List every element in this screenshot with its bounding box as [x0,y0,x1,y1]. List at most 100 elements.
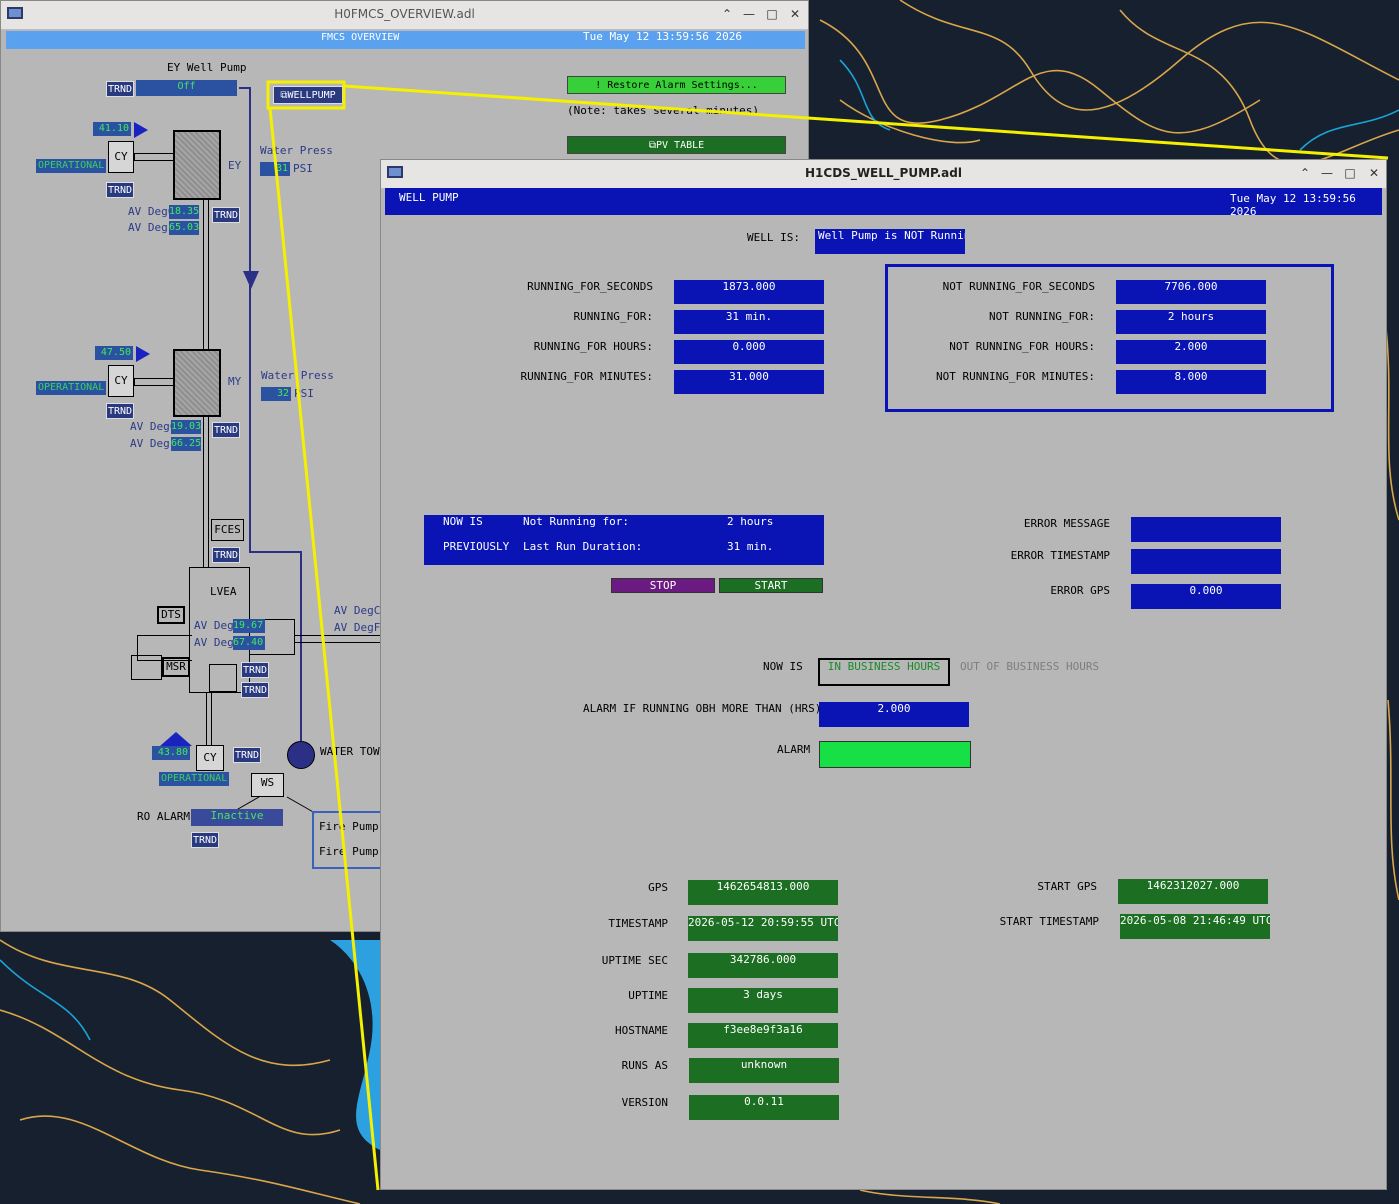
trnd-button[interactable]: TRND [106,182,134,198]
ey-water-press-value: 31 [260,162,290,176]
restore-alarm-settings-button[interactable]: ! Restore Alarm Settings... [567,76,786,94]
trnd-button[interactable]: TRND [212,422,240,438]
now-is-bh-label: NOW IS [763,660,803,673]
well-pump-datetime: Tue May 12 13:59:56 2026 [1230,192,1356,218]
trnd-button[interactable]: TRND [212,547,240,563]
window-link-icon: ⧉ [648,140,656,151]
not-running-value: 8.000 [1116,370,1266,394]
ey-status: OPERATIONAL [36,159,107,173]
my-degf-value: 66.25 [171,437,202,451]
error-gps-label: ERROR GPS [1050,584,1110,597]
error-timestamp-value [1131,549,1281,574]
ey-name: EY [228,159,242,172]
running-label: RUNNING_FOR MINUTES: [520,370,653,383]
right-degc-label: AV DegC [334,604,381,617]
not-running-value: 2 hours [1116,310,1266,334]
maximize-icon[interactable]: □ [1342,165,1358,181]
my-degc-label: AV DegC [130,420,177,433]
running-label: RUNNING_FOR_SECONDS [527,280,653,293]
not-running-value: 2.000 [1116,340,1266,364]
well-pump-titlebar[interactable]: H1CDS_WELL_PUMP.adl ⌃ — □ ✕ [381,160,1386,189]
now-value: 2 hours [727,515,774,528]
my-temp-value: 47.50 [95,346,133,360]
overview-titlebar[interactable]: H0FMCS_OVERVIEW.adl ⌃ — □ ✕ [1,1,808,30]
ro-alarm-value: Inactive [191,809,283,826]
alarm-obh-label: ALARM IF RUNNING OBH MORE THAN (HRS) [583,702,822,715]
psi-label: PSI [293,162,313,175]
info-value: 2026-05-12 20:59:55 UTC [688,916,838,941]
info-label: GPS [648,881,668,894]
trnd-button[interactable]: TRND [106,403,134,419]
maximize-icon[interactable]: □ [764,6,780,22]
flow-arrow-icon [243,271,259,289]
ey-degf-label: AV DegF [128,221,175,234]
ey-water-press-label: Water Press [260,144,333,157]
minimize-up-icon[interactable]: ⌃ [1297,165,1313,181]
trnd-button[interactable]: TRND [191,832,219,848]
ey-temp-value: 41.10 [93,122,131,136]
not-running-label: NOT RUNNING_FOR_SECONDS [942,280,1095,293]
wellpump-button-label: WELLPUMP [287,90,336,101]
alarm-obh-value[interactable]: 2.000 [819,702,969,727]
my-water-press-label: Water Press [261,369,334,382]
info-label: UPTIME SEC [601,954,668,967]
my-degf-label: AV DegF [130,437,177,450]
my-building [173,349,221,417]
info-label: HOSTNAME [615,1024,668,1037]
my-name: MY [228,375,242,388]
minimize-icon[interactable]: — [1319,165,1335,181]
not-running-label: NOT RUNNING_FOR: [989,310,1095,323]
fire-pump-1-label: Fire Pump [319,820,379,833]
ro-alarm-label: RO ALARM [137,810,190,823]
error-gps-value: 0.000 [1131,584,1281,609]
start-button[interactable]: START [719,578,823,593]
previously-label: PREVIOUSLY [443,540,510,553]
trnd-button[interactable]: TRND [241,662,269,678]
close-icon[interactable]: ✕ [787,6,803,22]
not-running-label: NOT RUNNING_FOR MINUTES: [936,370,1095,383]
lvea-degf-value: 67.40 [233,636,265,650]
error-message-value [1131,517,1281,542]
ey-cy-box: CY [108,141,134,173]
ws-box: WS [251,773,284,797]
start-timestamp-value: 2026-05-08 21:46:49 UTC [1120,914,1270,939]
trnd-button[interactable]: TRND [241,682,269,698]
lvea-degc-value: 19.67 [233,619,265,633]
minimize-up-icon[interactable]: ⌃ [719,6,735,22]
start-timestamp-label: START TIMESTAMP [999,915,1099,928]
info-label: VERSION [621,1096,668,1109]
error-message-label: ERROR MESSAGE [1023,517,1110,530]
ey-degc-label: AV DegC [128,205,175,218]
lvea-name: LVEA [210,585,237,598]
not-running-value: 7706.000 [1116,280,1266,304]
info-value: 1462654813.000 [688,880,838,905]
triangle-up-icon [160,732,192,746]
now-state: Not Running for: [523,515,629,528]
my-cy-box: CY [108,365,134,397]
ey-well-pump-status: Off [136,80,237,96]
alarm-label: ALARM [777,743,811,756]
cs-status: OPERATIONAL [159,772,230,786]
psi-label: PSI [294,387,314,400]
fces-box: FCES [211,519,244,541]
ey-degf-value: 65.03 [169,221,200,235]
pv-table-button[interactable]: ⧉PV TABLE [567,136,786,154]
info-value: 0.0.11 [689,1095,839,1120]
stop-button[interactable]: STOP [611,578,715,593]
dts-box: DTS [157,606,185,624]
info-value: f3ee8e9f3a16 [688,1023,838,1048]
error-timestamp-label: ERROR TIMESTAMP [1010,549,1110,562]
trnd-button[interactable]: TRND [233,747,261,763]
wellpump-button[interactable]: ⧉WELLPUMP [273,86,343,104]
cs-temp-value: 43.80 [152,746,190,760]
ey-well-pump-label: EY Well Pump [167,61,247,74]
info-value: 3 days [688,988,838,1013]
close-icon[interactable]: ✕ [1366,165,1382,181]
start-gps-value: 1462312027.000 [1118,879,1268,904]
overview-header-title: FMCS OVERVIEW [321,32,400,43]
minimize-icon[interactable]: — [741,6,757,22]
my-degc-value: 19.03 [171,420,202,434]
trnd-button[interactable]: TRND [106,81,134,97]
well-pump-header-title: WELL PUMP [399,191,459,204]
trnd-button[interactable]: TRND [212,207,240,223]
